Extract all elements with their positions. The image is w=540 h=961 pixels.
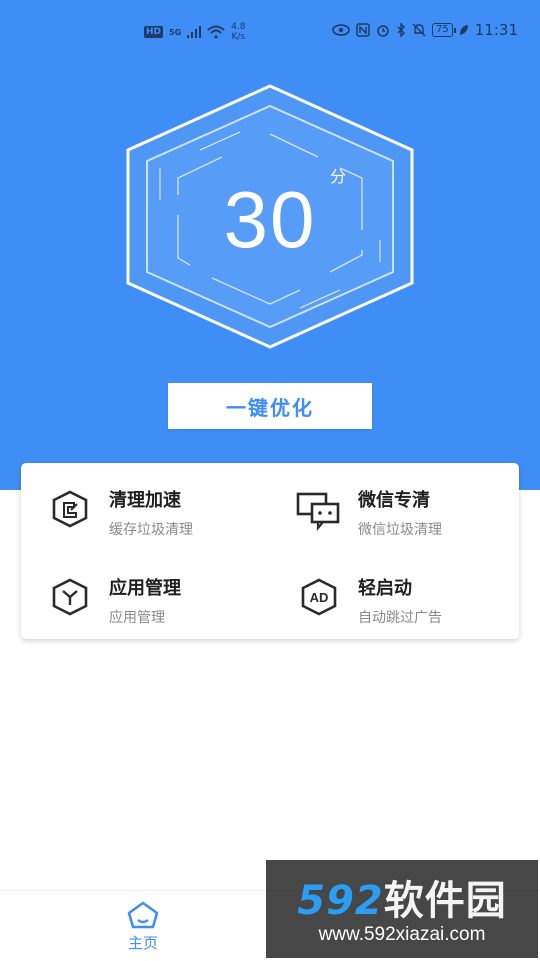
feature-card: 清理加速 缓存垃圾清理 微信专清 微信垃圾清理 应用管理 应用管理 AD 轻启动… xyxy=(21,463,519,639)
watermark-url: www.592xiazai.com xyxy=(318,924,486,945)
feature-subtitle: 应用管理 xyxy=(109,610,165,626)
one-click-optimize-button[interactable]: 一键优化 xyxy=(168,383,372,429)
feature-wechat-clean[interactable]: 微信专清 微信垃圾清理 xyxy=(296,486,516,556)
feature-app-manage[interactable]: 应用管理 应用管理 xyxy=(47,574,267,644)
watermark-logo: 592软件园 xyxy=(266,868,538,926)
feature-quick-start[interactable]: AD 轻启动 自动跳过广告 xyxy=(296,574,516,644)
score-value: 30 xyxy=(223,175,317,264)
svg-text:AD: AD xyxy=(310,590,329,605)
feature-clean-speedup[interactable]: 清理加速 缓存垃圾清理 xyxy=(47,486,267,556)
site-watermark: 592软件园 www.592xiazai.com xyxy=(266,860,538,958)
feature-subtitle: 自动跳过广告 xyxy=(358,610,442,626)
ad-icon: AD xyxy=(301,578,337,616)
broom-icon xyxy=(52,490,88,528)
feature-title: 微信专清 xyxy=(358,490,430,511)
home-icon xyxy=(127,901,159,929)
feature-title: 清理加速 xyxy=(109,490,181,511)
feature-subtitle: 缓存垃圾清理 xyxy=(109,522,193,538)
chat-icon xyxy=(296,492,340,532)
app-manage-icon xyxy=(52,578,88,616)
watermark-logo-number: 592 xyxy=(297,878,384,924)
feature-title: 应用管理 xyxy=(109,578,181,599)
feature-subtitle: 微信垃圾清理 xyxy=(358,522,442,538)
score-unit: 分 xyxy=(330,167,347,186)
tab-home[interactable]: 主页 xyxy=(108,899,178,957)
tab-home-label: 主页 xyxy=(127,934,158,952)
watermark-logo-text: 软件园 xyxy=(383,878,507,924)
feature-title: 轻启动 xyxy=(358,578,412,599)
